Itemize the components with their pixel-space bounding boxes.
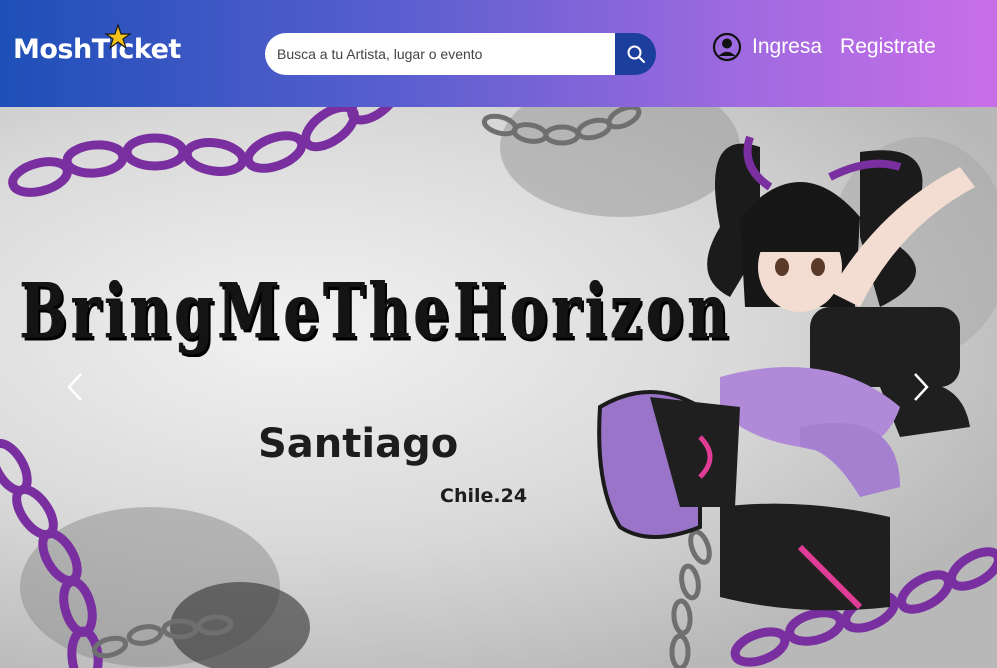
band-logo-word: The <box>323 267 454 357</box>
search-bar <box>265 33 656 75</box>
brand-name: MoshTicket <box>13 33 181 65</box>
login-link[interactable]: Ingresa <box>752 35 822 59</box>
band-logo-artwork: Bring Me The Horizon <box>20 242 729 382</box>
event-city: Santiago <box>258 421 459 467</box>
auth-links: Ingresa Registrate <box>712 32 936 62</box>
chevron-left-icon <box>67 373 82 401</box>
band-logo-word: Me <box>217 267 324 357</box>
chevron-right-icon <box>914 373 929 401</box>
event-edition: Chile.24 <box>440 485 528 507</box>
brand-logo[interactable]: MoshTicket <box>13 23 181 67</box>
top-navigation-bar: MoshTicket Ingresa Registrate <box>0 0 997 107</box>
carousel-next-button[interactable] <box>906 372 936 402</box>
register-link[interactable]: Registrate <box>840 35 936 59</box>
search-input[interactable] <box>265 33 615 75</box>
search-button[interactable] <box>615 33 656 75</box>
star-icon <box>104 23 132 50</box>
hero-carousel: Bring Me The Horizon Santiago Chile.24 <box>0 107 997 668</box>
hero-background-artwork <box>0 107 997 668</box>
search-icon <box>627 45 645 63</box>
carousel-prev-button[interactable] <box>60 372 90 402</box>
user-icon[interactable] <box>712 32 742 62</box>
band-logo-word: Bring <box>20 267 218 357</box>
band-logo-word: Horizon <box>453 267 733 357</box>
